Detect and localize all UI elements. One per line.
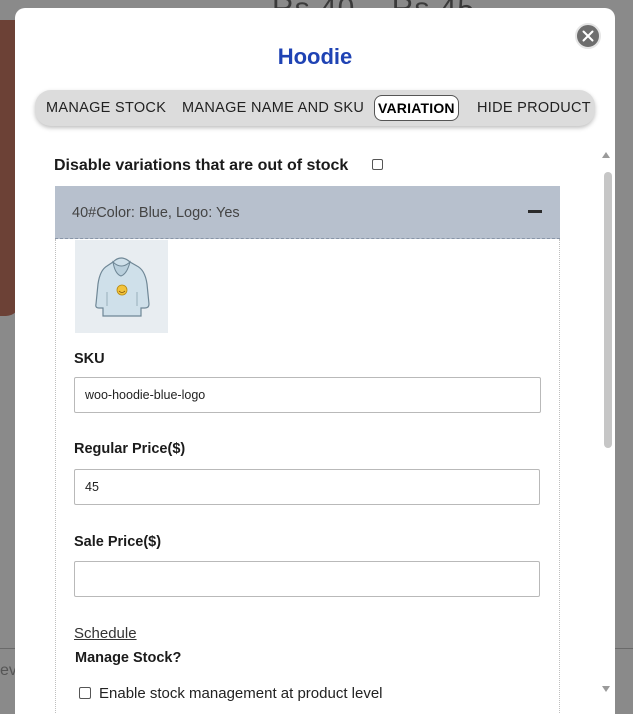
sale-price-input[interactable] — [74, 561, 540, 597]
tab-variation[interactable]: VARIATION — [374, 95, 459, 121]
scroll-down-arrow[interactable] — [602, 686, 610, 692]
disable-out-of-stock-checkbox[interactable] — [372, 159, 383, 170]
schedule-link[interactable]: Schedule — [74, 625, 137, 642]
tab-hide-product[interactable]: HIDE PRODUCT — [477, 90, 591, 126]
enable-stock-checkbox[interactable] — [79, 687, 91, 699]
modal-scroll-content: Disable variations that are out of stock… — [15, 148, 615, 714]
disable-out-of-stock-label: Disable variations that are out of stock — [54, 157, 349, 174]
sale-price-label: Sale Price($) — [74, 534, 162, 550]
sku-input[interactable]: woo-hoodie-blue-logo — [74, 377, 541, 413]
sku-label: SKU — [74, 351, 105, 367]
tab-bar: MANAGE STOCK MANAGE NAME AND SKU VARIATI… — [35, 90, 595, 126]
regular-price-input[interactable]: 45 — [74, 469, 540, 505]
variation-body: SKU woo-hoodie-blue-logo Regular Price($… — [55, 239, 560, 714]
tab-manage-name-and-sku[interactable]: MANAGE NAME AND SKU — [182, 90, 364, 126]
minus-icon[interactable] — [528, 210, 542, 213]
regular-price-label: Regular Price($) — [74, 441, 186, 457]
variation-title: 40#Color: Blue, Logo: Yes — [72, 205, 240, 221]
variation-image[interactable] — [75, 240, 168, 333]
close-icon — [582, 30, 594, 42]
tab-manage-stock[interactable]: MANAGE STOCK — [46, 90, 166, 126]
enable-stock-label: Enable stock management at product level — [99, 685, 383, 702]
product-modal: Hoodie MANAGE STOCK MANAGE NAME AND SKU … — [15, 8, 615, 714]
scroll-up-arrow[interactable] — [602, 152, 610, 158]
variation-header[interactable]: 40#Color: Blue, Logo: Yes — [55, 186, 560, 239]
manage-stock-label: Manage Stock? — [75, 650, 182, 666]
scrollbar-thumb[interactable] — [604, 172, 612, 448]
hoodie-image — [95, 257, 150, 317]
modal-title: Hoodie — [277, 44, 353, 69]
